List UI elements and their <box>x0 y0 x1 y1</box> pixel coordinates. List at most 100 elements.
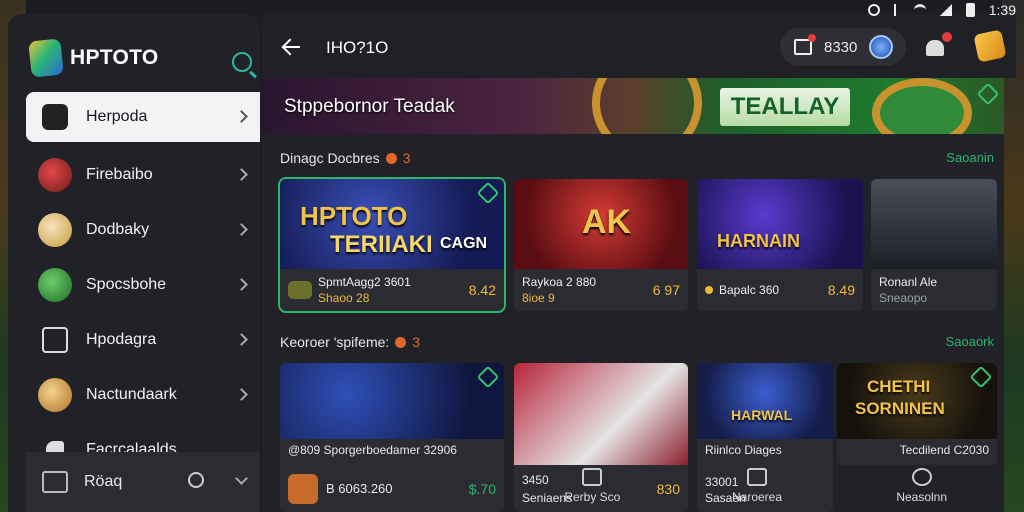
nav-item-naroerea[interactable]: Naroerea <box>675 460 840 512</box>
coin-icon <box>705 286 713 294</box>
balance-value: 8330 <box>824 38 858 56</box>
card-line-1: Tecdilend C2030 <box>899 443 989 457</box>
fire-icon <box>385 152 397 164</box>
avatar <box>38 212 72 247</box>
card-line-2: Shaoo 28 <box>318 291 370 305</box>
game-thumbnail <box>514 363 688 465</box>
battery-icon <box>965 3 975 17</box>
see-all-link[interactable]: Saoanin <box>946 150 994 165</box>
nav-item-neasolnn[interactable]: Neasolnn <box>839 460 1004 512</box>
chart-icon <box>747 468 767 486</box>
nav-label: Neasolnn <box>896 490 948 504</box>
game-card[interactable]: CHETHI SORNINEN Tecdilend C2030 <box>837 363 997 465</box>
wifi-icon <box>913 4 926 16</box>
back-arrow-icon[interactable] <box>284 46 300 48</box>
bluetooth-icon <box>893 4 900 16</box>
sidebar-menu: Herpoda Firebaibo Dodbaky Spocsbohe Hpod… <box>26 92 260 477</box>
game-thumbnail <box>697 363 833 439</box>
card-big-title: HPTOTO <box>300 201 408 231</box>
chevron-right-icon <box>235 277 248 291</box>
section-title: Keoroer 'spifeme: <box>280 334 390 350</box>
banner-cta-button[interactable]: TEALLAY <box>720 88 850 126</box>
game-thumbnail <box>280 363 504 439</box>
top-header: IHO?1O 8330 <box>262 14 1016 78</box>
sidebar-item-label: Firebaibo <box>86 165 153 183</box>
sidebar-item-nactundaark[interactable]: Nactundaark <box>26 367 260 422</box>
card-big-subtitle: SORNINEN <box>855 399 945 418</box>
sidebar-item-hpodagra[interactable]: Hpodagra <box>26 312 260 367</box>
puzzle-icon <box>42 104 68 130</box>
card-footer: Bapalc 360 8.49 <box>697 269 863 311</box>
ball-icon <box>288 473 318 504</box>
promo-banner[interactable]: Stppebornor Teadak TEALLAY <box>262 78 1004 134</box>
card-line-1: Ronanl Ale <box>879 275 938 289</box>
card-price: 6 97 <box>652 282 680 298</box>
search-icon[interactable] <box>232 52 252 72</box>
check-icon <box>976 82 1000 106</box>
section-heading-1: Dinagc Docbres 3 <box>280 150 410 166</box>
notification-bell-icon[interactable] <box>926 32 952 56</box>
page-title: IHO?1O <box>326 38 389 57</box>
card-line-1: Raykoa 2 880 <box>522 275 597 289</box>
sidebar-item-label: Dodbaky <box>86 220 150 238</box>
card-footer: Ronanl Ale Sneaopo <box>871 269 997 311</box>
gift-icon[interactable] <box>973 29 1007 63</box>
card-big-title: AK <box>582 203 632 241</box>
section-count: 3 <box>402 150 411 166</box>
card-icon <box>42 326 68 353</box>
card-price: 8.42 <box>468 282 496 298</box>
wallet-balance-button[interactable]: 8330 <box>780 28 906 66</box>
card-big-tag: CAGN <box>440 235 488 252</box>
bottom-nav: Rerby Sco Naroerea Neasolnn <box>510 460 1004 512</box>
chevron-right-icon <box>235 387 248 401</box>
see-all-link[interactable]: Saoaork <box>946 334 994 349</box>
game-card[interactable]: @809 Sporgerboedamer 32906 B 6063.260 $.… <box>280 363 504 512</box>
sidebar-item-label: Hpodagra <box>86 330 157 348</box>
card-line-1: Bapalc 360 <box>719 283 780 297</box>
sidebar-item-firebaibo[interactable]: Firebaibo <box>26 147 260 202</box>
card-big-title: HARNAIN <box>717 231 800 251</box>
section-heading-2: Keoroer 'spifeme: 3 <box>280 334 420 350</box>
brand-badge-icon <box>28 38 64 78</box>
chevron-right-icon <box>235 222 248 236</box>
chevron-right-icon <box>235 110 248 123</box>
game-card[interactable]: AK Raykoa 2 880 8ioe 9 6 97 <box>514 179 688 311</box>
game-card[interactable]: HARNAIN Bapalc 360 8.49 <box>697 179 863 311</box>
avatar <box>38 157 72 192</box>
alarm-icon <box>867 4 880 16</box>
card-footer: B 6063.260 $.70 <box>280 465 504 512</box>
game-card[interactable]: HPTOTO TERIIAKI CAGN SpmtAagg2 3601 Shao… <box>278 177 506 313</box>
card-line-2: B 6063.260 <box>326 481 393 496</box>
nav-label: Rerby Sco <box>564 490 621 504</box>
status-time: 1:39 <box>988 2 1016 18</box>
sidebar-item-spocsbohe[interactable]: Spocsbohe <box>26 257 260 312</box>
roulette-decoration <box>592 78 702 134</box>
sidebar-item-dodbaky[interactable]: Dodbaky <box>26 202 260 257</box>
card-big-subtitle: TERIIAKI <box>330 231 433 258</box>
section-title: Dinagc Docbres <box>280 150 380 166</box>
game-card[interactable]: Ronanl Ale Sneaopo <box>871 179 997 311</box>
sidebar-item-label: Spocsbohe <box>86 275 167 293</box>
fire-icon <box>395 336 407 348</box>
coin-icon <box>869 35 894 59</box>
brand-name: HPTOTO <box>70 46 159 69</box>
section-count: 3 <box>412 334 421 350</box>
nav-item-rerby[interactable]: Rerby Sco <box>510 460 675 512</box>
brand-logo[interactable]: HPTOTO <box>28 38 159 78</box>
roulette-table-decoration <box>872 78 972 134</box>
chevron-down-icon[interactable] <box>235 472 248 485</box>
sidebar-item-herpoda[interactable]: Herpoda <box>26 92 260 142</box>
chevron-right-icon <box>235 167 248 181</box>
card-line-2: Sneaopo <box>879 291 928 305</box>
game-thumbnail <box>697 179 863 269</box>
card-big-title: CHETHI <box>867 377 931 396</box>
gamepad-icon <box>288 281 312 299</box>
sidebar-item-label: Nactundaark <box>86 385 177 403</box>
sidebar-footer[interactable]: Röaq <box>26 452 260 512</box>
wallet-icon <box>42 471 68 493</box>
nav-label: Naroerea <box>731 490 783 504</box>
card-line-2: 8ioe 9 <box>522 291 555 305</box>
card-footer: SpmtAagg2 3601 Shaoo 28 8.42 <box>280 269 504 311</box>
help-icon[interactable] <box>188 472 204 488</box>
sidebar-item-label: Herpoda <box>86 108 148 125</box>
